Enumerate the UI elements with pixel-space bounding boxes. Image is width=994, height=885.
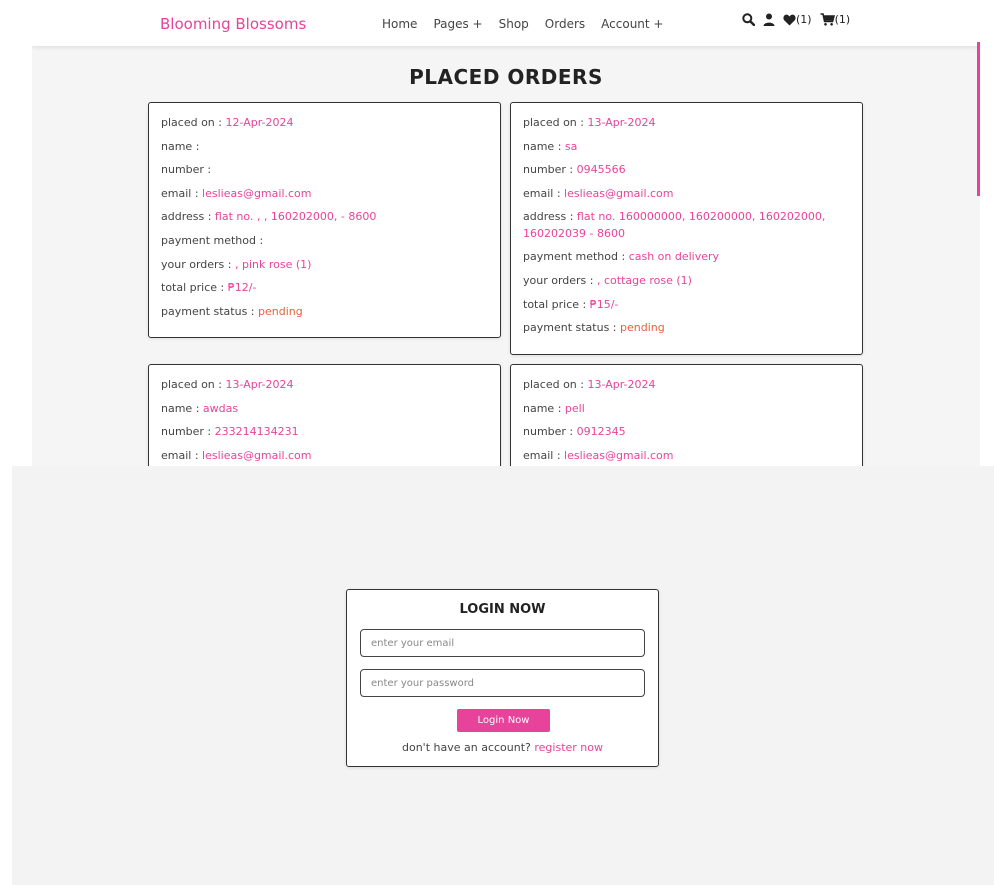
order-number: number : 233214134231 xyxy=(161,425,299,439)
order-payment-method: payment method : xyxy=(161,233,264,247)
orders-page-screenshot: Blooming Blossoms Home Pages + Shop Orde… xyxy=(32,0,980,466)
order-number: number : xyxy=(161,163,212,177)
order-email: email : leslieas@gmail.com xyxy=(161,448,312,462)
nav-account[interactable]: Account + xyxy=(601,17,663,31)
order-placed-on: placed on : 13-Apr-2024 xyxy=(523,116,656,129)
order-payment-status: payment status : pending xyxy=(161,304,303,318)
nav-pages[interactable]: Pages + xyxy=(433,17,482,31)
email-input[interactable] xyxy=(360,629,645,657)
order-number: number : 0945566 xyxy=(523,163,626,177)
order-placed-on: placed on : 13-Apr-2024 xyxy=(161,378,294,391)
order-payment-status: payment status : pending xyxy=(523,321,665,335)
login-page-screenshot: LOGIN NOW Login Now don't have an accoun… xyxy=(12,466,994,885)
order-total-price: total price : ₱12/- xyxy=(161,281,257,295)
cart-icon xyxy=(820,13,835,26)
order-name: name : pell xyxy=(523,401,585,415)
order-payment-method: payment method : cash on delivery xyxy=(523,250,720,264)
order-email: email : leslieas@gmail.com xyxy=(161,186,312,200)
login-button[interactable]: Login Now xyxy=(457,709,550,732)
order-name: name : xyxy=(161,139,200,153)
order-items: your orders : , pink rose (1) xyxy=(161,257,312,271)
page-title: PLACED ORDERS xyxy=(409,65,603,89)
site-header: Blooming Blossoms Home Pages + Shop Orde… xyxy=(32,0,980,46)
order-total-price: total price : ₱15/- xyxy=(523,297,619,311)
order-name: name : sa xyxy=(523,139,578,153)
nav-shop[interactable]: Shop xyxy=(499,17,529,31)
cart-link[interactable]: (1) xyxy=(820,13,851,26)
order-placed-on: placed on : 13-Apr-2024 xyxy=(523,378,656,391)
header-icons: (1) (1) xyxy=(742,13,858,26)
order-card: placed on : 13-Apr-2024 name : sa number… xyxy=(510,102,863,355)
nav-orders[interactable]: Orders xyxy=(545,17,585,31)
login-form: LOGIN NOW Login Now don't have an accoun… xyxy=(346,589,659,767)
order-placed-on: placed on : 12-Apr-2024 xyxy=(161,116,294,129)
order-number: number : 0912345 xyxy=(523,425,626,439)
login-title: LOGIN NOW xyxy=(459,602,546,617)
cart-count: (1) xyxy=(834,13,851,26)
heart-icon xyxy=(783,14,796,25)
order-address: address : flat no. , , 160202000, - 8600 xyxy=(161,210,377,224)
wishlist-count: (1) xyxy=(796,13,812,26)
order-address: address : flat no. 160000000, 160200000,… xyxy=(523,210,826,241)
order-email: email : leslieas@gmail.com xyxy=(523,186,674,200)
order-items: your orders : , cottage rose (1) xyxy=(523,273,692,287)
main-nav: Home Pages + Shop Orders Account + xyxy=(382,17,679,31)
register-link[interactable]: register now xyxy=(534,741,603,754)
order-card: placed on : 13-Apr-2024 name : pell numb… xyxy=(510,364,863,466)
user-icon[interactable] xyxy=(763,13,775,26)
nav-home[interactable]: Home xyxy=(382,17,417,31)
search-icon[interactable] xyxy=(742,13,755,26)
wishlist-link[interactable]: (1) xyxy=(783,13,812,26)
order-email: email : leslieas@gmail.com xyxy=(523,448,674,462)
order-name: name : awdas xyxy=(161,401,239,415)
site-logo[interactable]: Blooming Blossoms xyxy=(160,15,306,33)
order-card: placed on : 12-Apr-2024 name : number : … xyxy=(148,102,501,338)
password-input[interactable] xyxy=(360,669,645,697)
register-prompt-text: don't have an account? xyxy=(402,741,535,754)
register-prompt: don't have an account? register now xyxy=(347,741,658,754)
order-card: placed on : 13-Apr-2024 name : awdas num… xyxy=(148,364,501,466)
